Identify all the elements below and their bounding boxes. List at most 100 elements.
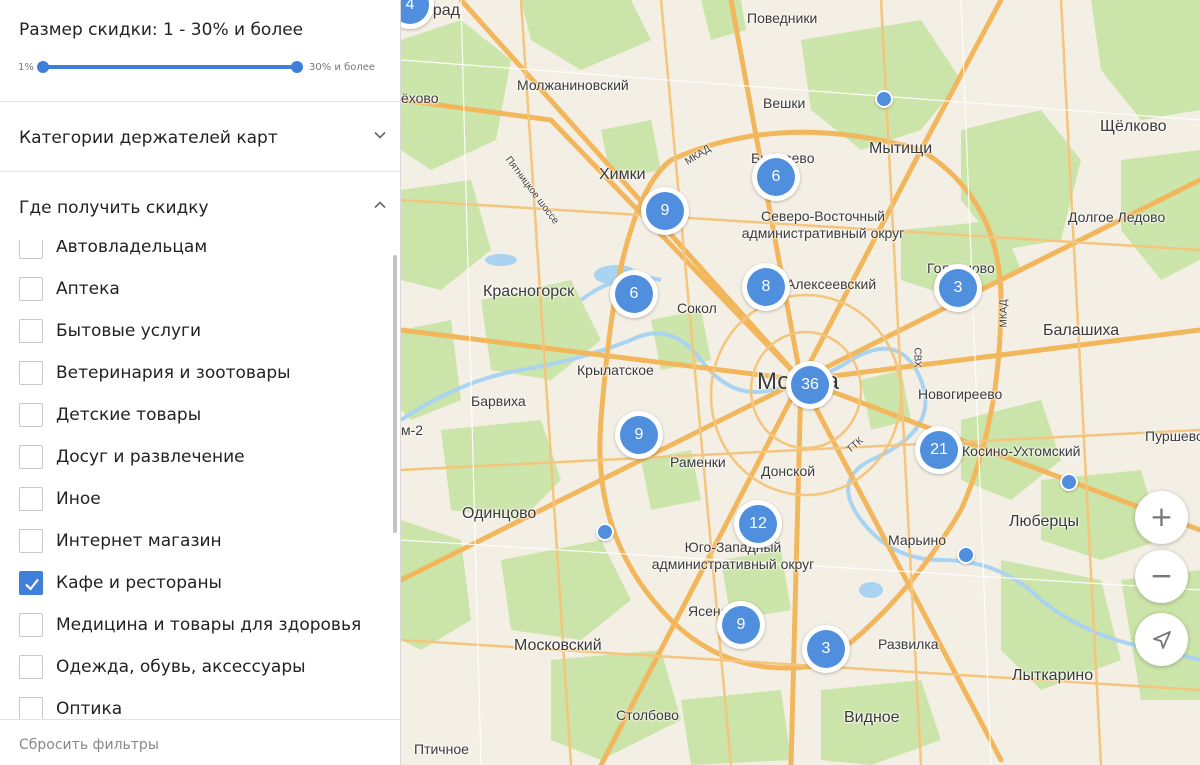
checkbox[interactable]	[19, 277, 43, 301]
filter-sidebar: Размер скидки: 1 - 30% и более 1% 30% и …	[0, 0, 401, 765]
map-label: МКАД	[998, 299, 1010, 328]
discount-slider-track[interactable]	[43, 65, 297, 69]
map-cluster[interactable]: 6	[752, 153, 800, 201]
map-cluster[interactable]: 8	[742, 263, 790, 311]
map-cluster[interactable]: 9	[641, 187, 689, 235]
cardholder-categories-section[interactable]: Категории держателей карт	[0, 102, 400, 172]
filter-option[interactable]: Кафе и рестораны	[0, 563, 392, 605]
map-label: Видное	[844, 709, 900, 726]
filter-option-label: Интернет магазин	[56, 531, 222, 551]
filter-option[interactable]: Ветеринария и зоотовары	[0, 353, 392, 395]
checkbox[interactable]	[19, 571, 43, 595]
filter-option-label: Аптека	[56, 279, 120, 299]
map-label: Раменки	[670, 454, 726, 470]
map-label: Развилка	[878, 636, 939, 652]
map-label: Химки	[599, 166, 646, 183]
map-cluster[interactable]: 3	[802, 625, 850, 673]
map-label: Щёлково	[1100, 118, 1167, 135]
checkbox[interactable]	[19, 361, 43, 385]
where-to-get-discount-section[interactable]: Где получить скидку	[0, 172, 400, 242]
filter-option[interactable]: Иное	[0, 479, 392, 521]
filter-option[interactable]: Детские товары	[0, 395, 392, 437]
filter-option[interactable]: Бытовые услуги	[0, 311, 392, 353]
cluster-count: 9	[620, 416, 658, 454]
filter-option-label: Досуг и развлечение	[56, 447, 245, 467]
checkbox[interactable]	[19, 613, 43, 637]
map-marker[interactable]	[875, 90, 893, 108]
map-label: Крылатское	[577, 362, 654, 378]
filter-option[interactable]: Оптика	[0, 689, 392, 719]
zoom-out-button[interactable]: −	[1135, 550, 1188, 603]
map-label: Столбово	[616, 707, 679, 723]
checkmark-icon	[25, 578, 39, 591]
map-cluster[interactable]: 9	[615, 411, 663, 459]
discount-size-filter: Размер скидки: 1 - 30% и более 1% 30% и …	[0, 0, 400, 102]
chevron-down-icon	[374, 131, 386, 139]
map[interactable]: град Поведники ёхово Молжаниновский Вешк…	[401, 0, 1200, 765]
list-scrollbar[interactable]	[393, 255, 397, 533]
slider-max-handle[interactable]	[291, 61, 303, 73]
cluster-count: 12	[739, 505, 777, 543]
checkbox[interactable]	[19, 319, 43, 343]
cluster-count: 3	[939, 269, 977, 307]
map-cluster[interactable]: 9	[717, 601, 765, 649]
map-label: Люберцы	[1009, 513, 1079, 530]
map-label: Московский	[514, 637, 602, 654]
filter-option-label: Детские товары	[56, 405, 202, 425]
map-cluster[interactable]: 12	[734, 500, 782, 548]
checkbox[interactable]	[19, 445, 43, 469]
map-label: м-2	[401, 422, 424, 438]
filter-option[interactable]: Медицина и товары для здоровья	[0, 605, 392, 647]
map-label: Северо-Восточный административный округ	[741, 208, 905, 241]
filter-option[interactable]: Аптека	[0, 269, 392, 311]
filter-option-label: Автовладельцам	[56, 240, 208, 257]
filter-option-label: Ветеринария и зоотовары	[56, 363, 291, 383]
checkbox[interactable]	[19, 487, 43, 511]
filter-option-label: Кафе и рестораны	[56, 573, 222, 593]
map-label: Птичное	[414, 741, 469, 757]
map-label: Донской	[761, 463, 816, 479]
filter-option-label: Медицина и товары для здоровья	[56, 615, 362, 635]
section-title: Где получить скидку	[19, 198, 209, 218]
map-marker[interactable]	[957, 546, 975, 564]
map-cluster[interactable]: 36	[786, 361, 834, 409]
cluster-count: 8	[747, 268, 785, 306]
map-label: Молжаниновский	[517, 77, 629, 93]
map-label: Пуршево	[1145, 428, 1200, 444]
checkbox[interactable]	[19, 240, 43, 259]
filter-option[interactable]: Досуг и развлечение	[0, 437, 392, 479]
cluster-count: 3	[807, 630, 845, 668]
chevron-up-icon	[374, 201, 386, 209]
map-label: Одинцово	[462, 505, 537, 522]
map-cluster[interactable]: 6	[610, 270, 658, 318]
reset-filters-link[interactable]: Сбросить фильтры	[19, 737, 159, 753]
filter-option[interactable]: Одежда, обувь, аксессуары	[0, 647, 392, 689]
checkbox[interactable]	[19, 655, 43, 679]
map-marker[interactable]	[596, 523, 614, 541]
cluster-count: 6	[757, 158, 795, 196]
map-label: Алексеевский	[786, 276, 877, 292]
filter-option-label: Одежда, обувь, аксессуары	[56, 657, 306, 677]
map-cluster[interactable]: 21	[915, 426, 963, 474]
map-marker[interactable]	[1060, 473, 1078, 491]
checkbox[interactable]	[19, 403, 43, 427]
cluster-count: 4	[401, 0, 429, 24]
map-label: Поведники	[747, 10, 818, 26]
section-title: Категории держателей карт	[19, 128, 278, 148]
map-label: Мытищи	[869, 140, 933, 157]
map-label: Балашиха	[1043, 322, 1120, 339]
checkbox[interactable]	[19, 529, 43, 553]
filter-option[interactable]: Автовладельцам	[0, 240, 392, 269]
map-label: Новогиреево	[918, 386, 1003, 402]
discount-title: Размер скидки: 1 - 30% и более	[19, 20, 304, 40]
map-cluster[interactable]: 3	[934, 264, 982, 312]
slider-min-handle[interactable]	[37, 61, 49, 73]
checkbox[interactable]	[19, 697, 43, 719]
filter-option[interactable]: Интернет магазин	[0, 521, 392, 563]
filter-option-label: Иное	[56, 489, 101, 509]
zoom-in-button[interactable]: +	[1135, 491, 1188, 544]
filter-option-label: Бытовые услуги	[56, 321, 202, 341]
filter-option-label: Оптика	[56, 699, 123, 719]
geolocation-button[interactable]	[1135, 613, 1188, 666]
map-label: Барвиха	[471, 393, 526, 409]
